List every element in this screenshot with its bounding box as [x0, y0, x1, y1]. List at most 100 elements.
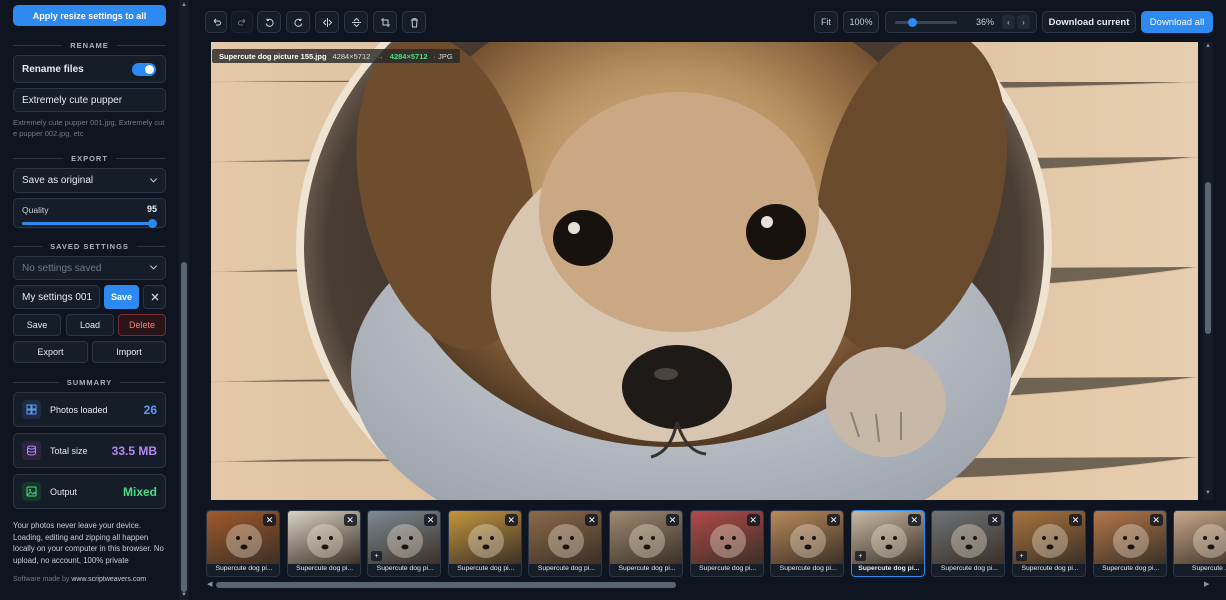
crop-button[interactable] — [373, 11, 397, 33]
scroll-down-arrow-icon[interactable]: ▼ — [1204, 490, 1212, 496]
thumbnail-item[interactable]: ✕ Supercute dog pi... — [609, 510, 683, 577]
flip-horizontal-icon — [322, 17, 332, 27]
undo-button[interactable] — [205, 11, 227, 33]
rename-files-label: Rename files — [22, 63, 84, 75]
preview-vertical-scrollbar[interactable]: ▲ ▼ — [1203, 42, 1213, 500]
quality-slider-fill — [22, 222, 153, 225]
toolbar: Fit 100% 36% ‹ › Download current Downlo… — [190, 0, 1226, 42]
thumbnail-item[interactable]: ✕ Supercute dog pi... — [206, 510, 280, 577]
clear-settings-name-button[interactable] — [143, 285, 166, 309]
dog-photo — [211, 42, 1198, 500]
remove-thumbnail-icon[interactable]: ✕ — [746, 514, 760, 526]
remove-thumbnail-icon[interactable]: ✕ — [1069, 514, 1082, 526]
thumbnail-item[interactable]: ✕Supercute ... — [1173, 510, 1226, 577]
load-button[interactable]: Load — [66, 314, 114, 336]
scroll-up-arrow-icon[interactable]: ▲ — [1204, 43, 1212, 49]
flip-horizontal-button[interactable] — [315, 11, 339, 33]
zoom-slider[interactable] — [895, 18, 957, 27]
saved-settings-section-heading: SAVED SETTINGS — [13, 241, 166, 251]
delete-button[interactable]: Delete — [118, 314, 166, 336]
sidebar-scrollbar[interactable]: ▲ ▼ — [179, 0, 189, 600]
total-size-value: 33.5 MB — [111, 443, 157, 458]
chevron-right-icon[interactable]: › — [1017, 15, 1030, 29]
saved-settings-placeholder: No settings saved — [22, 262, 102, 274]
credit-link[interactable]: www.scriptweavers.com — [71, 576, 146, 583]
thumbnail-item[interactable]: ✕ Supercute dog pi... — [528, 510, 603, 577]
image-format: · JPG — [433, 51, 453, 61]
save-settings-inline-button[interactable]: Save — [104, 285, 139, 309]
rotate-left-button[interactable] — [257, 11, 281, 33]
flip-vertical-button[interactable] — [344, 11, 368, 33]
thumbnail-item[interactable]: ✕ Supercute dog pi... — [689, 510, 764, 577]
remove-thumbnail-icon[interactable]: ✕ — [907, 514, 921, 526]
credit-line: Software made by www.scriptweavers.com — [13, 576, 146, 583]
flip-vertical-icon — [351, 17, 361, 27]
thumbnail-item[interactable]: ✕ Supercute dog pi... — [447, 510, 522, 577]
plus-icon[interactable]: + — [371, 551, 383, 561]
download-all-button[interactable]: Download all — [1141, 11, 1213, 33]
thumbnail-item[interactable]: ✕ Supercute dog pi... — [931, 510, 1006, 577]
chevron-left-icon[interactable]: ‹ — [1002, 15, 1015, 29]
fit-button[interactable]: Fit — [814, 11, 838, 33]
image-filename: Supercute dog picture 155.jpg — [219, 51, 327, 61]
quality-slider[interactable] — [22, 219, 158, 228]
settings-name-input[interactable]: My settings 001 — [13, 285, 100, 309]
preview-canvas[interactable] — [206, 42, 1213, 500]
redo-button[interactable] — [231, 11, 253, 33]
scroll-down-arrow-icon[interactable]: ▼ — [180, 591, 188, 599]
remove-thumbnail-icon[interactable]: ✕ — [988, 514, 1002, 526]
saved-settings-heading-text: SAVED SETTINGS — [50, 241, 129, 251]
photos-loaded-stat: Photos loaded 26 — [13, 392, 166, 427]
export-settings-button[interactable]: Export — [13, 341, 88, 363]
apply-resize-to-all-button[interactable]: Apply resize settings to all — [13, 5, 166, 26]
import-settings-button[interactable]: Import — [92, 341, 166, 363]
thumbnail-item[interactable]: ✕ + Supercute dog pi... — [850, 510, 925, 577]
remove-thumbnail-icon[interactable]: ✕ — [585, 514, 599, 526]
thumbnail-caption: Supercute dog pi... — [779, 565, 837, 572]
thumbnail-strip-scrollbar[interactable]: ◀ ▶ — [206, 580, 1212, 590]
export-section-heading: EXPORT — [13, 153, 166, 163]
remove-thumbnail-icon[interactable]: ✕ — [504, 514, 518, 526]
rename-files-toggle[interactable] — [132, 63, 156, 76]
thumbnail-caption: Supercute dog pi... — [376, 565, 434, 572]
scroll-right-arrow-icon[interactable]: ▶ — [1204, 580, 1209, 588]
thumbnail-item[interactable]: ✕ Supercute dog pi... — [1092, 510, 1167, 577]
sidebar-scrollbar-thumb[interactable] — [181, 262, 187, 592]
remove-thumbnail-icon[interactable]: ✕ — [1149, 514, 1163, 526]
thumbnail-caption: Supercute dog pi... — [940, 565, 998, 572]
photos-loaded-value: 26 — [143, 402, 157, 417]
thumbnail-item[interactable]: ✕ Supercute dog pi... — [286, 510, 361, 577]
remove-thumbnail-icon[interactable]: ✕ — [343, 514, 357, 526]
rotate-left-icon — [265, 18, 274, 27]
scroll-left-arrow-icon[interactable]: ◀ — [207, 580, 212, 588]
remove-thumbnail-icon[interactable]: ✕ — [424, 514, 438, 526]
thumbnail-scrollbar-thumb[interactable] — [216, 582, 676, 588]
thumbnail-item[interactable]: ✕ + Supercute dog pi... — [367, 510, 442, 577]
save-button[interactable]: Save — [13, 314, 61, 336]
remove-thumbnail-icon[interactable]: ✕ — [827, 514, 841, 526]
rotate-right-button[interactable] — [286, 11, 310, 33]
rename-name-input[interactable]: Extremely cute pupper — [13, 88, 166, 112]
thumbnail-item[interactable]: ✕ Supercute dog pi... — [770, 510, 845, 577]
preview-scrollbar-thumb[interactable] — [1205, 182, 1211, 334]
saved-settings-select[interactable]: No settings saved — [13, 256, 166, 280]
thumbnail-caption: Supercute ... — [1191, 565, 1226, 572]
plus-icon[interactable]: + — [854, 551, 866, 561]
export-format-select[interactable]: Save as original — [13, 168, 166, 193]
zoom-slider-handle[interactable] — [908, 18, 918, 27]
close-icon — [151, 293, 158, 301]
download-current-button[interactable]: Download current — [1042, 11, 1136, 33]
quality-slider-handle[interactable] — [148, 219, 158, 228]
preview-image — [211, 42, 1198, 500]
plus-icon[interactable]: + — [1016, 551, 1027, 561]
delete-image-button[interactable] — [402, 11, 426, 33]
credit-prefix: Software made by — [13, 576, 70, 583]
scroll-up-arrow-icon[interactable]: ▲ — [180, 1, 188, 9]
thumbnail-caption: Supercute dog pi... — [215, 565, 273, 572]
total-size-stat: Total size 33.5 MB — [13, 433, 166, 468]
remove-thumbnail-icon[interactable]: ✕ — [263, 514, 276, 526]
redo-icon — [237, 18, 245, 25]
remove-thumbnail-icon[interactable]: ✕ — [666, 514, 679, 526]
thumbnail-item[interactable]: ✕ + Supercute dog pi... — [1012, 510, 1086, 577]
zoom-100-button[interactable]: 100% — [843, 11, 879, 33]
